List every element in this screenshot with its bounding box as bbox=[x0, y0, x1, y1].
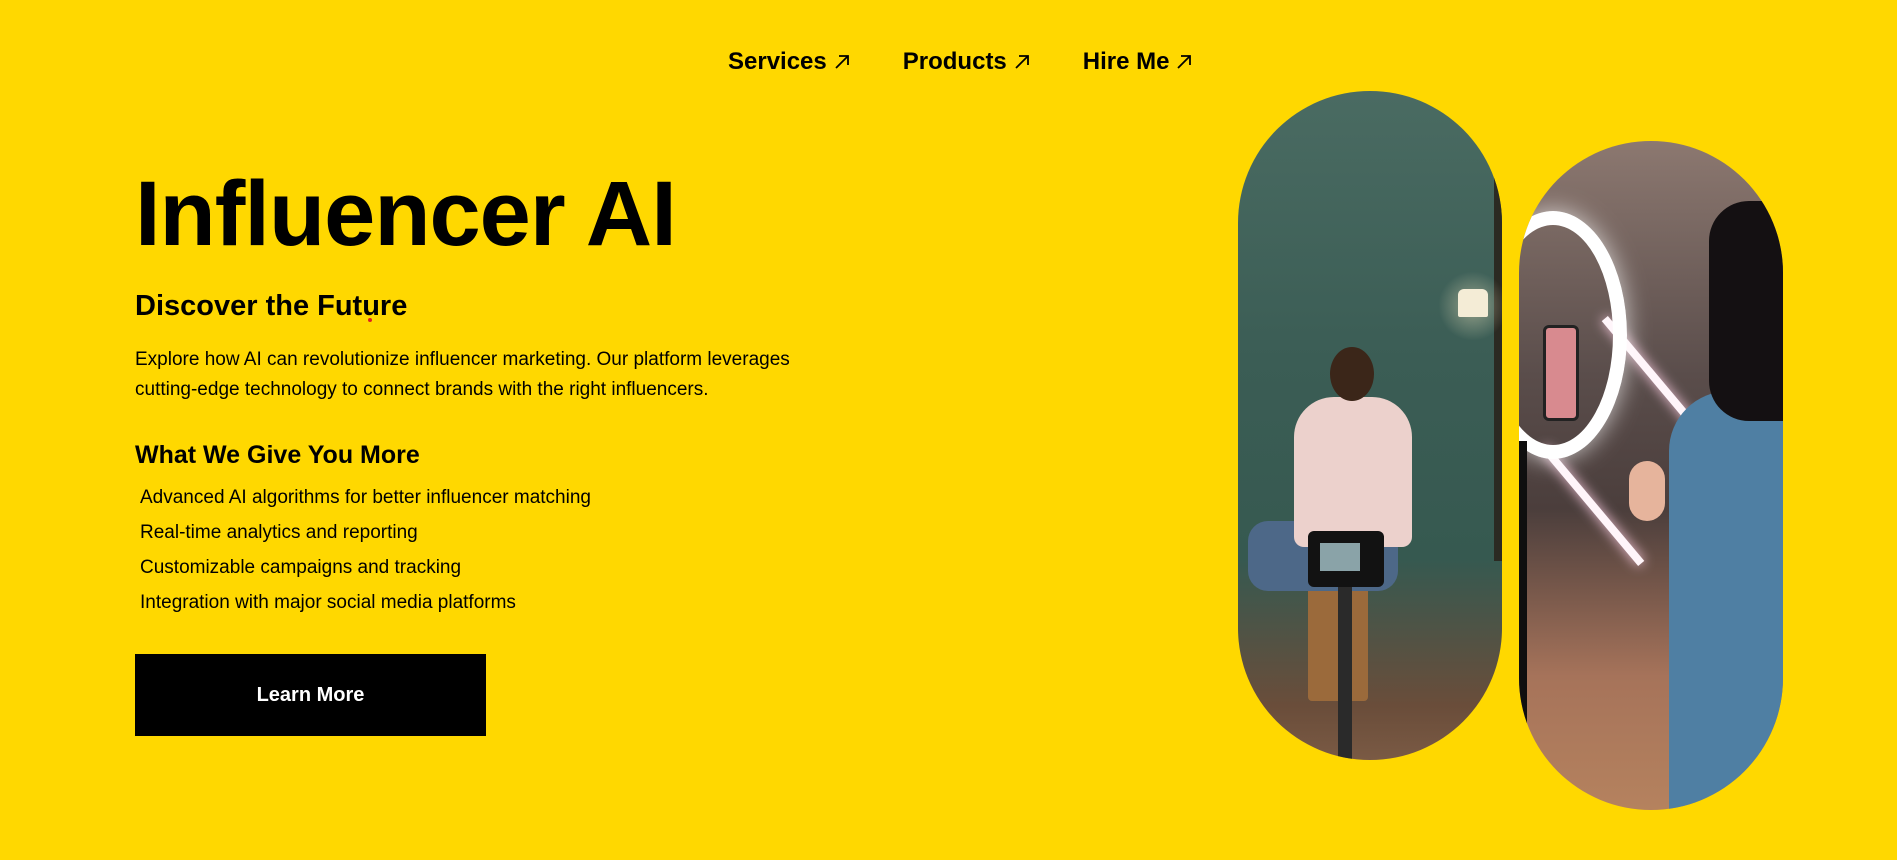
nav-services-link[interactable]: Services bbox=[728, 48, 851, 76]
arrow-up-right-icon bbox=[1015, 55, 1029, 69]
nav-products-link[interactable]: Products bbox=[903, 48, 1031, 76]
camera-screen bbox=[1320, 543, 1360, 571]
features-heading: What We Give You More bbox=[135, 441, 420, 469]
arrow-up-right-icon bbox=[835, 55, 849, 69]
person-head bbox=[1330, 347, 1374, 401]
person-body bbox=[1294, 397, 1412, 547]
nav-hire-me-label: Hire Me bbox=[1082, 48, 1170, 75]
woman-hair bbox=[1709, 201, 1783, 421]
list-item: Customizable campaigns and tracking bbox=[140, 557, 462, 578]
hero-description: Explore how AI can revolutionize influen… bbox=[135, 349, 790, 400]
bookshelf bbox=[1494, 161, 1502, 561]
tripod bbox=[1338, 587, 1352, 760]
page: Services Products Hire Me Influencer AI … bbox=[0, 0, 1897, 860]
hero-subtitle-text: Discover the Future bbox=[135, 290, 408, 322]
ring-light-creator-image bbox=[1519, 141, 1783, 810]
hero-section: Influencer AI Discover the Future Explor… bbox=[135, 160, 855, 736]
nav-services-label: Services bbox=[728, 48, 827, 75]
light-stand bbox=[1519, 441, 1527, 810]
camera-icon bbox=[1308, 531, 1384, 587]
woman-hand bbox=[1629, 461, 1665, 521]
features-list: Advanced AI algorithms for better influe… bbox=[135, 480, 855, 620]
nav-products-label: Products bbox=[902, 48, 1007, 75]
woman-body bbox=[1669, 391, 1783, 810]
list-item: Integration with major social media plat… bbox=[140, 592, 516, 613]
phone-icon bbox=[1543, 325, 1579, 421]
list-item: Advanced AI algorithms for better influe… bbox=[140, 487, 591, 508]
cursor-dot bbox=[368, 318, 372, 322]
nav-hire-me-link[interactable]: Hire Me bbox=[1083, 48, 1194, 76]
hero-subtitle: Discover the Future bbox=[135, 290, 855, 323]
wall-lamp bbox=[1458, 289, 1488, 317]
top-nav: Services Products Hire Me bbox=[728, 48, 1193, 76]
learn-more-button[interactable]: Learn More bbox=[135, 654, 486, 736]
list-item: Real-time analytics and reporting bbox=[140, 522, 418, 543]
arrow-up-right-icon bbox=[1177, 55, 1192, 69]
influencer-studio-image bbox=[1238, 91, 1502, 760]
hero-title: Influencer AI bbox=[135, 163, 677, 265]
